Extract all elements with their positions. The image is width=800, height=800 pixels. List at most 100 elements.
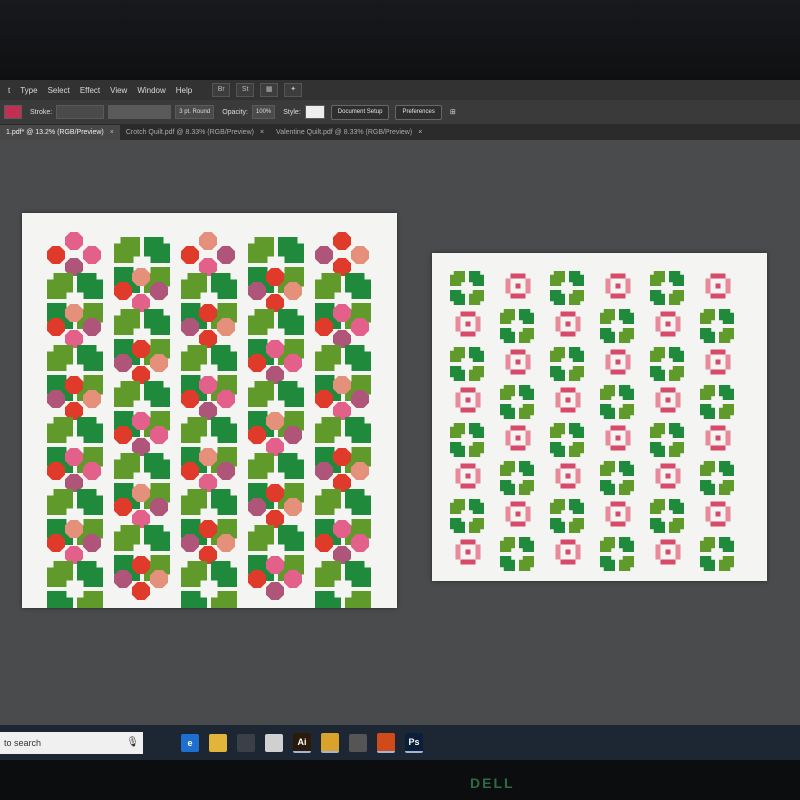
berry-block [114, 282, 132, 300]
holly-leaf-block [650, 366, 665, 381]
app-icon[interactable] [349, 733, 367, 752]
monitor-bezel-top [0, 0, 800, 80]
holly-leaf-block [569, 271, 584, 286]
berry-block [351, 462, 369, 480]
holly-leaf-block [345, 591, 371, 617]
berry-block [284, 498, 302, 516]
holly-leaf-block [600, 385, 615, 400]
holly-leaf-block [469, 366, 484, 381]
berry-block [248, 570, 266, 588]
holly-leaf-block [600, 309, 615, 324]
tab-valentine-quilt[interactable]: Valentine Quilt.pdf @ 8.33% (RGB/Preview… [270, 125, 428, 140]
opacity-input[interactable]: 100% [251, 105, 276, 119]
holly-leaf-block [47, 489, 73, 515]
align-options-icon[interactable]: ⊞ [450, 108, 456, 116]
menu-item-help[interactable]: Help [176, 86, 192, 95]
holly-leaf-block [181, 489, 207, 515]
menu-item-view[interactable]: View [110, 86, 127, 95]
holly-leaf-block [469, 518, 484, 533]
holly-leaf-block [519, 404, 534, 419]
store-icon[interactable] [237, 733, 255, 752]
opacity-label[interactable]: Opacity: [222, 109, 248, 116]
berry-block [150, 570, 168, 588]
berry-block [217, 534, 235, 552]
berry-block [333, 304, 351, 322]
holly-leaf-block [181, 591, 207, 617]
flower-center [665, 321, 671, 327]
monero-icon[interactable] [377, 732, 395, 753]
flower-center [615, 511, 621, 517]
bridge-icon[interactable]: Br [212, 83, 231, 97]
flower-center [665, 549, 671, 555]
artboard-holly-flower-quilt[interactable] [432, 253, 767, 581]
holly-leaf-block [619, 461, 634, 476]
edge-icon[interactable]: e [181, 733, 199, 752]
holly-leaf-block [619, 556, 634, 571]
monitor-bezel-bottom [0, 760, 800, 800]
menu-item-window[interactable]: Window [137, 86, 165, 95]
tab-title: Valentine Quilt.pdf @ 8.33% (RGB/Preview… [276, 129, 413, 136]
flower-center [465, 549, 471, 555]
holly-leaf-block [144, 309, 170, 335]
holly-leaf-block [700, 309, 715, 324]
holly-leaf-block [700, 537, 715, 552]
holly-leaf-block [211, 591, 237, 617]
tab-crotch-quilt[interactable]: Crotch Quilt.pdf @ 8.33% (RGB/Preview) × [120, 125, 270, 140]
artboard-holly-berry-quilt[interactable] [22, 213, 397, 617]
holly-leaf-block [47, 561, 73, 587]
photoshop-icon[interactable]: Ps [405, 732, 423, 753]
illustrator-icon[interactable]: Ai [293, 732, 311, 753]
file-explorer-icon[interactable] [209, 733, 227, 752]
holly-leaf-block [248, 237, 274, 263]
mail-icon[interactable] [265, 733, 283, 752]
berry-block [132, 340, 150, 358]
holly-leaf-block [619, 480, 634, 495]
berry-block [199, 520, 217, 538]
close-icon[interactable]: × [418, 125, 422, 140]
stroke-weight-input[interactable] [56, 105, 105, 119]
graphic-style-swatch[interactable] [304, 105, 325, 119]
berry-block [83, 246, 101, 264]
task-view-icon[interactable] [153, 733, 171, 752]
microphone-icon[interactable]: 🎙 [126, 737, 139, 748]
menu-item-select[interactable]: Select [48, 86, 70, 95]
taskbar-search-box[interactable]: to search 🎙 [0, 731, 143, 754]
menu-item-type[interactable]: Type [20, 86, 37, 95]
berry-block [132, 556, 150, 574]
holly-leaf-block [500, 404, 515, 419]
berry-block [65, 448, 83, 466]
holly-leaf-block [211, 417, 237, 443]
flower-center [615, 359, 621, 365]
holly-leaf-block [550, 442, 565, 457]
gpu-icon[interactable]: ✦ [284, 83, 303, 97]
holly-leaf-block [569, 423, 584, 438]
berry-block [217, 246, 235, 264]
holly-leaf-block [278, 453, 304, 479]
berry-block [114, 426, 132, 444]
holly-leaf-block [569, 366, 584, 381]
brush-definition-select[interactable]: 3 pt. Round [175, 105, 215, 119]
chrome-icon[interactable] [321, 732, 339, 753]
holly-leaf-block [469, 442, 484, 457]
menu-item-effect[interactable]: Effect [80, 86, 100, 95]
close-icon[interactable]: × [260, 125, 264, 140]
holly-leaf-block [669, 499, 684, 514]
tab-document-1[interactable]: 1.pdf* @ 13.2% (RGB/Preview) × [0, 125, 120, 140]
holly-leaf-block [450, 366, 465, 381]
holly-leaf-block [144, 525, 170, 551]
close-icon[interactable]: × [110, 125, 114, 140]
berry-block [47, 462, 65, 480]
arrange-documents-icon[interactable]: ▦ [260, 83, 279, 97]
berry-block [65, 304, 83, 322]
fill-swatch[interactable] [4, 105, 22, 119]
holly-leaf-block [77, 591, 103, 617]
stock-icon[interactable]: St [236, 83, 255, 97]
berry-block [199, 304, 217, 322]
variable-width-select[interactable] [108, 105, 172, 119]
document-setup-button[interactable]: Document Setup [330, 104, 390, 120]
berry-block [266, 582, 284, 600]
menu-item-file[interactable]: t [8, 86, 10, 95]
holly-leaf-block [211, 345, 237, 371]
preferences-button[interactable]: Preferences [395, 104, 442, 120]
berry-block [65, 520, 83, 538]
